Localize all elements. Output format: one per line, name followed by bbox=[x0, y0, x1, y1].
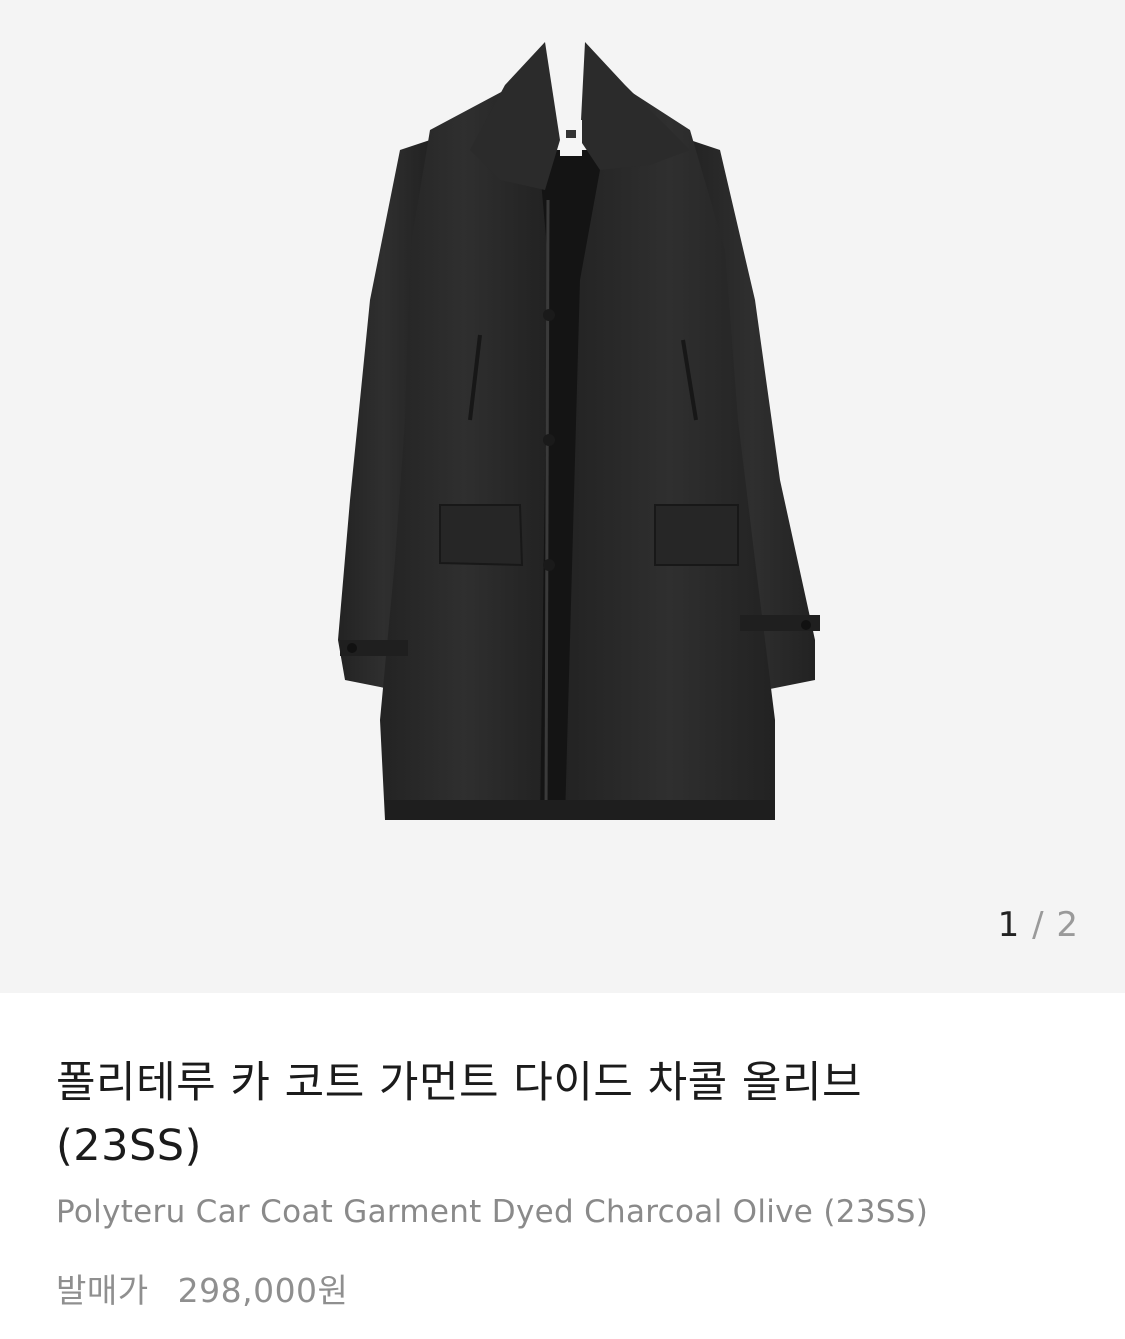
product-title-korean-line2: (23SS) bbox=[56, 1121, 202, 1171]
release-price-value: 298,000원 bbox=[177, 1271, 349, 1310]
indicator-current: 1 bbox=[997, 905, 1021, 945]
release-price-label: 발매가 bbox=[56, 1271, 149, 1310]
product-image-coat[interactable] bbox=[0, 0, 1125, 993]
image-page-indicator: 1 / 2 bbox=[998, 903, 1079, 947]
product-detail-page: 1 / 2 폴리테루 카 코트 가먼트 다이드 차콜 올리브 (23SS) Po… bbox=[0, 0, 1125, 1339]
product-title-korean: 폴리테루 카 코트 가먼트 다이드 차콜 올리브 (23SS) bbox=[56, 1052, 1076, 1178]
indicator-separator: / bbox=[1032, 905, 1045, 945]
product-title-korean-line1: 폴리테루 카 코트 가먼트 다이드 차콜 올리브 bbox=[56, 1058, 863, 1108]
product-image-gallery[interactable]: 1 / 2 bbox=[0, 0, 1125, 993]
release-price-row: 발매가 298,000원 bbox=[56, 1270, 1076, 1312]
indicator-total: 2 bbox=[1056, 905, 1079, 945]
product-title-english: Polyteru Car Coat Garment Dyed Charcoal … bbox=[56, 1194, 929, 1230]
product-info: 폴리테루 카 코트 가먼트 다이드 차콜 올리브 (23SS) Polyteru… bbox=[56, 1052, 1076, 1312]
